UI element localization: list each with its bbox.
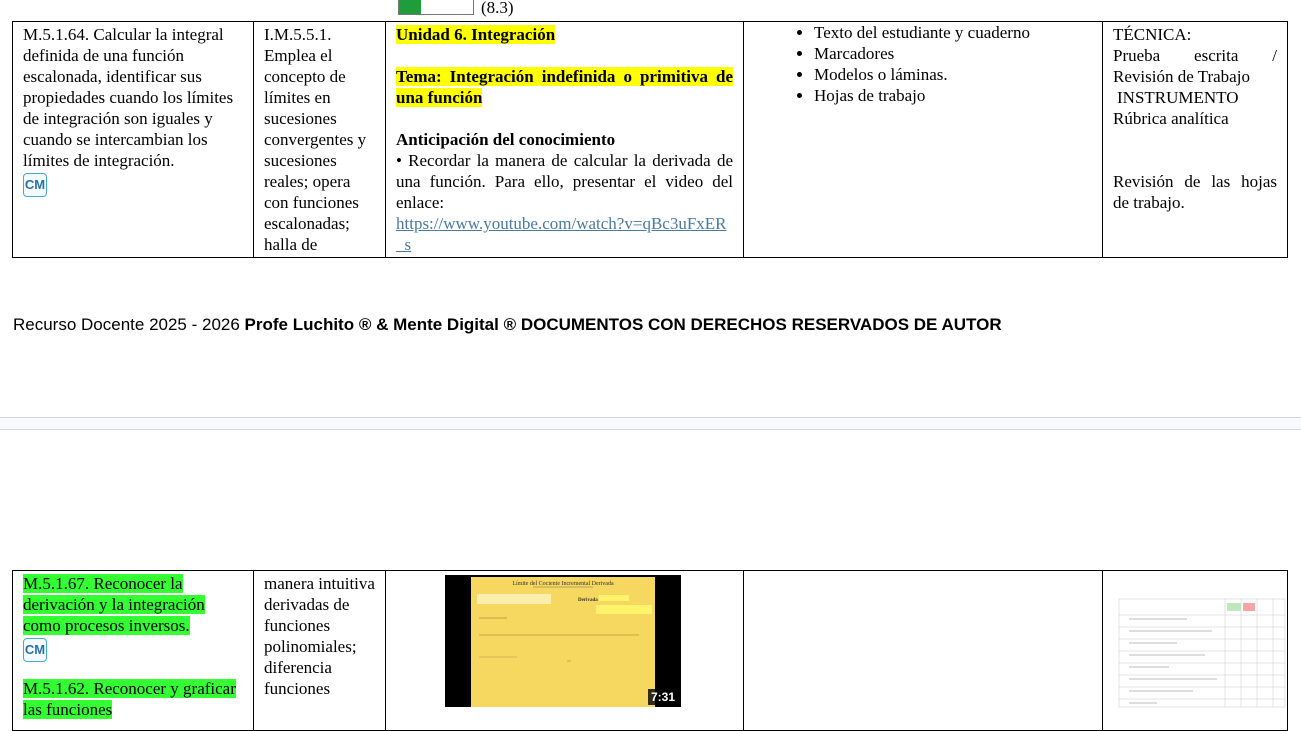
rubric-image xyxy=(1118,598,1286,708)
chart-fragment-label: (8.3) xyxy=(481,0,514,17)
list-item: Texto del estudiante y cuaderno xyxy=(814,23,1102,44)
slide-content-image: Límite del Cociente Incremental Derivada… xyxy=(477,581,652,662)
anticipacion-text: • Recordar la manera de calcular la deri… xyxy=(396,151,733,212)
criterio-cell: M.5.1.64. Calcular la integral definida … xyxy=(12,21,254,258)
recursos-cell: Texto del estudiante y cuaderno Marcador… xyxy=(743,21,1103,258)
list-item: Hojas de trabajo xyxy=(814,85,1102,106)
indicador-text: manera intuitiva derivadas de funciones … xyxy=(264,574,375,698)
chart-fragment: (8.3) xyxy=(398,0,514,17)
page-separator xyxy=(0,417,1301,430)
criterio-cell: M.5.1.67. Reconocer la derivación y la i… xyxy=(12,570,254,731)
actividades-cell: Unidad 6. Integración Tema: Integración … xyxy=(385,21,744,258)
cm-icon[interactable]: CM xyxy=(23,638,47,662)
video-duration: 7:31 xyxy=(647,689,678,705)
anticipacion-title: Anticipación del conocimiento xyxy=(396,130,616,149)
revision-text: Revisión de las hojas de trabajo. xyxy=(1113,172,1277,212)
indicador-cell: manera intuitiva derivadas de funciones … xyxy=(253,570,386,731)
chart-bar-fragment xyxy=(399,0,421,14)
video-link[interactable]: https://www.youtube.com/watch?v=qBc3uFxE… xyxy=(396,214,727,254)
instrumento-label: INSTRUMENTO xyxy=(1117,88,1239,107)
page-footer: Recurso Docente 2025 - 2026 Profe Luchit… xyxy=(13,314,1002,336)
rubric-thumbnail xyxy=(1117,597,1287,709)
tecnica-label: TÉCNICA: xyxy=(1113,25,1192,44)
recursos-cell xyxy=(743,570,1103,731)
video-slide: Límite del Cociente Incremental Derivada… xyxy=(471,577,655,707)
list-item: Modelos o láminas. xyxy=(814,64,1102,85)
criterio-b-text: M.5.1.62. Reconocer y graficar las funci… xyxy=(23,679,236,719)
unidad-title: Unidad 6. Integración xyxy=(396,25,556,44)
recursos-list: Texto del estudiante y cuaderno Marcador… xyxy=(745,23,1102,107)
indicador-cell: I.M.5.5.1. Emplea el concepto de límites… xyxy=(253,21,386,258)
slide-title: Límite del Cociente Incremental Derivada xyxy=(512,581,614,587)
footer-copyright: Profe Luchito ® & Mente Digital ® DOCUME… xyxy=(244,315,1002,334)
tecnica-text: Prueba escrita / Revisión de Trabajo xyxy=(1113,46,1277,86)
list-item: Marcadores xyxy=(814,43,1102,64)
cm-icon[interactable]: CM xyxy=(23,173,47,197)
footer-prefix: Recurso Docente 2025 - 2026 xyxy=(13,315,240,334)
criterio-a-text: M.5.1.67. Reconocer la derivación y la i… xyxy=(23,574,205,635)
video-thumbnail[interactable]: Límite del Cociente Incremental Derivada… xyxy=(445,575,681,707)
instrumento-text: Rúbrica analítica xyxy=(1113,109,1229,128)
criterio-text: M.5.1.64. Calcular la integral definida … xyxy=(23,25,234,170)
indicador-text: I.M.5.5.1. Emplea el concepto de límites… xyxy=(264,25,367,254)
tema-title: Tema: Integración indefinida o primitiva… xyxy=(396,67,733,107)
evaluacion-cell: TÉCNICA: Prueba escrita / Revisión de Tr… xyxy=(1102,21,1288,258)
table-row: M.5.1.64. Calcular la integral definida … xyxy=(12,21,1288,258)
planning-table-top: M.5.1.64. Calcular la integral definida … xyxy=(12,21,1288,258)
